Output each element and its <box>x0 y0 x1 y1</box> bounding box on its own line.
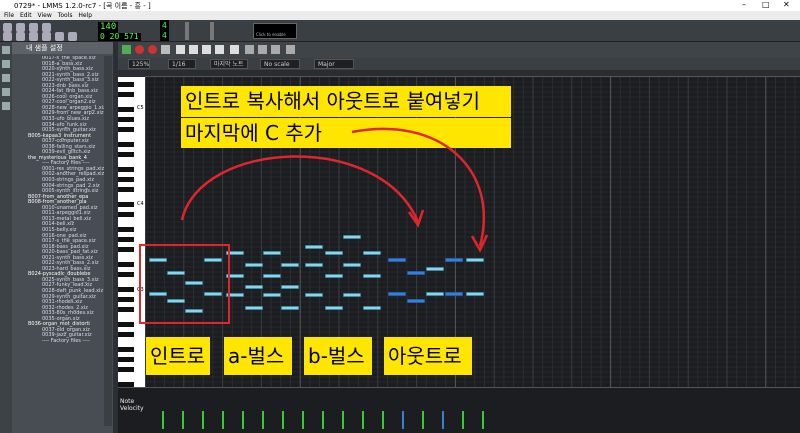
add-c-arrow <box>351 127 486 247</box>
annotation-arrows <box>180 127 489 253</box>
add-c-arrow-head <box>470 234 489 253</box>
copy-arrow <box>180 155 420 223</box>
